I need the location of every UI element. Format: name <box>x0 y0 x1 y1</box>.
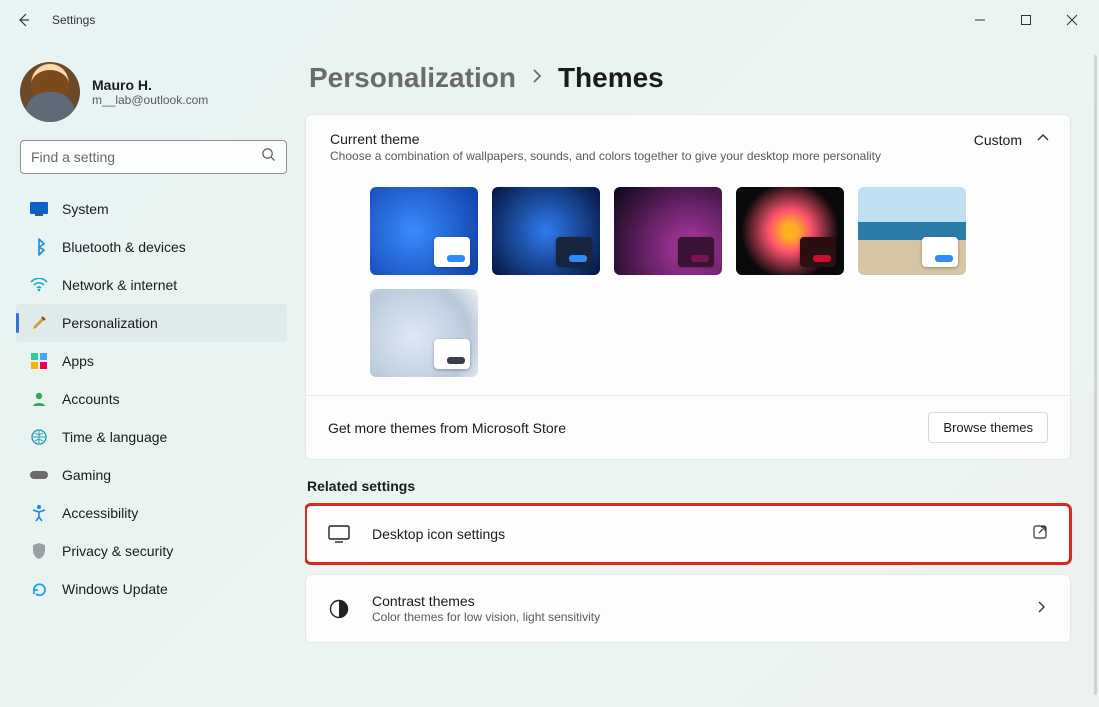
update-icon <box>30 580 48 598</box>
sidebar-item-label: Time & language <box>62 429 167 445</box>
person-icon <box>30 390 48 408</box>
sidebar-item-label: Accounts <box>62 391 120 407</box>
avatar <box>20 62 80 122</box>
gamepad-icon <box>30 466 48 484</box>
chevron-right-icon <box>1036 600 1048 618</box>
sidebar-item-personalization[interactable]: Personalization <box>16 304 287 342</box>
back-arrow-icon <box>16 12 32 28</box>
maximize-icon <box>1020 14 1032 26</box>
wifi-icon <box>30 276 48 294</box>
browse-themes-button[interactable]: Browse themes <box>928 412 1048 443</box>
app-title: Settings <box>52 13 95 27</box>
profile-name: Mauro H. <box>92 77 208 93</box>
sidebar-item-gaming[interactable]: Gaming <box>16 456 287 494</box>
sidebar-item-system[interactable]: System <box>16 190 287 228</box>
sidebar-item-windows-update[interactable]: Windows Update <box>16 570 287 608</box>
system-icon <box>30 200 48 218</box>
paintbrush-icon <box>30 314 48 332</box>
sidebar-item-label: Gaming <box>62 467 111 483</box>
search-input[interactable] <box>31 149 261 165</box>
related-settings-heading: Related settings <box>307 478 1071 494</box>
breadcrumb: Personalization Themes <box>305 62 1071 94</box>
window-minimize-button[interactable] <box>957 0 1003 40</box>
window-maximize-button[interactable] <box>1003 0 1049 40</box>
apps-icon <box>30 352 48 370</box>
sidebar-item-label: Accessibility <box>62 505 138 521</box>
contrast-themes-row[interactable]: Contrast themes Color themes for low vis… <box>305 574 1071 643</box>
bluetooth-icon <box>30 238 48 256</box>
theme-option[interactable] <box>736 187 844 275</box>
theme-grid <box>306 173 1070 395</box>
external-link-icon <box>1032 524 1048 545</box>
window-close-button[interactable] <box>1049 0 1095 40</box>
sidebar-item-accounts[interactable]: Accounts <box>16 380 287 418</box>
chevron-up-icon[interactable] <box>1036 131 1050 148</box>
theme-option[interactable] <box>858 187 966 275</box>
monitor-icon <box>328 523 350 545</box>
current-theme-card: Current theme Choose a combination of wa… <box>305 114 1071 460</box>
desktop-icon-settings-row[interactable]: Desktop icon settings <box>305 504 1071 564</box>
theme-option[interactable] <box>370 289 478 377</box>
breadcrumb-current: Themes <box>558 62 664 94</box>
sidebar-item-time-language[interactable]: Time & language <box>16 418 287 456</box>
sidebar-item-label: System <box>62 201 109 217</box>
minimize-icon <box>974 14 986 26</box>
current-theme-description: Choose a combination of wallpapers, soun… <box>330 149 881 163</box>
sidebar-item-accessibility[interactable]: Accessibility <box>16 494 287 532</box>
sidebar-item-label: Network & internet <box>62 277 177 293</box>
sidebar-item-label: Windows Update <box>62 581 168 597</box>
close-icon <box>1066 14 1078 26</box>
sidebar-item-label: Personalization <box>62 315 158 331</box>
sidebar-item-apps[interactable]: Apps <box>16 342 287 380</box>
sidebar-item-bluetooth[interactable]: Bluetooth & devices <box>16 228 287 266</box>
back-button[interactable] <box>4 0 44 40</box>
row-title: Contrast themes <box>372 593 600 609</box>
profile-block[interactable]: Mauro H. m__lab@outlook.com <box>16 52 299 140</box>
sidebar-nav: System Bluetooth & devices Network & int… <box>16 190 299 608</box>
sidebar-item-label: Privacy & security <box>62 543 173 559</box>
globe-clock-icon <box>30 428 48 446</box>
sidebar-item-network[interactable]: Network & internet <box>16 266 287 304</box>
scrollbar[interactable] <box>1094 55 1097 695</box>
current-theme-heading: Current theme <box>330 131 881 147</box>
row-title: Desktop icon settings <box>372 526 505 542</box>
theme-option[interactable] <box>492 187 600 275</box>
shield-icon <box>30 542 48 560</box>
store-link-text: Get more themes from Microsoft Store <box>328 420 566 436</box>
breadcrumb-parent[interactable]: Personalization <box>309 62 516 94</box>
row-subtitle: Color themes for low vision, light sensi… <box>372 610 600 624</box>
sidebar-item-label: Apps <box>62 353 94 369</box>
chevron-right-icon <box>530 69 544 88</box>
search-icon <box>261 147 276 167</box>
sidebar-item-privacy[interactable]: Privacy & security <box>16 532 287 570</box>
theme-option[interactable] <box>614 187 722 275</box>
current-theme-value: Custom <box>974 132 1022 148</box>
theme-option[interactable] <box>370 187 478 275</box>
sidebar-item-label: Bluetooth & devices <box>62 239 186 255</box>
search-box[interactable] <box>20 140 287 174</box>
contrast-icon <box>328 598 350 620</box>
accessibility-icon <box>30 504 48 522</box>
profile-email: m__lab@outlook.com <box>92 93 208 107</box>
